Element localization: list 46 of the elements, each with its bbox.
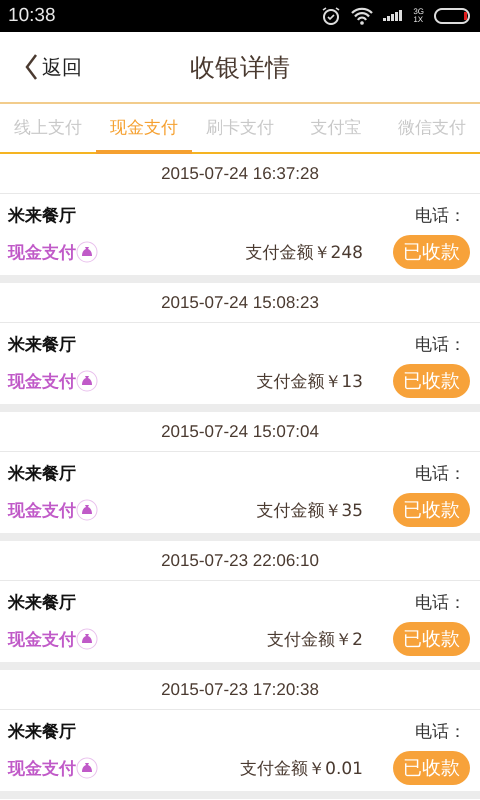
record-time: 2015-07-24 16:37:28 <box>0 154 480 194</box>
sim-label: 1X <box>413 16 424 24</box>
payment-method: 现金支付 <box>8 370 76 392</box>
page-title: 收银详情 <box>190 52 290 84</box>
payment-tab[interactable]: 现金支付 <box>96 104 192 154</box>
phone-label: 电话： <box>415 205 466 227</box>
payment-amount: 支付金额￥13 <box>256 370 363 392</box>
chevron-left-icon <box>24 53 38 81</box>
money-bag-icon <box>76 628 98 650</box>
battery-icon <box>434 8 470 24</box>
payment-amount: 支付金额￥248 <box>246 242 363 264</box>
payment-amount: 支付金额￥35 <box>256 500 363 522</box>
payment-amount: 支付金额￥0.01 <box>240 758 363 780</box>
shop-name: 米来餐厅 <box>8 463 76 485</box>
phone-label: 电话： <box>415 721 466 743</box>
status-time: 10:38 <box>8 5 56 27</box>
shop-name: 米来餐厅 <box>8 592 76 614</box>
paid-status-button[interactable]: 已收款 <box>393 235 470 269</box>
record-time: 2015-07-23 22:06:10 <box>0 541 480 581</box>
money-bag-icon <box>76 757 98 779</box>
paid-status-button[interactable]: 已收款 <box>393 364 470 398</box>
paid-status-button[interactable]: 已收款 <box>393 622 470 656</box>
payment-method: 现金支付 <box>8 628 76 650</box>
paid-status-button[interactable]: 已收款 <box>393 493 470 527</box>
record-time: 2015-07-24 15:07:04 <box>0 412 480 452</box>
payment-amount: 支付金额￥2 <box>267 628 363 650</box>
payment-method: 现金支付 <box>8 242 76 264</box>
money-bag-icon <box>76 241 98 263</box>
signal-icon <box>383 9 404 23</box>
shop-name: 米来餐厅 <box>8 721 76 743</box>
wifi-icon <box>351 7 374 25</box>
back-button[interactable]: 返回 <box>24 53 82 81</box>
shop-name: 米来餐厅 <box>8 334 76 356</box>
phone-label: 电话： <box>415 334 466 356</box>
paid-status-button[interactable]: 已收款 <box>393 751 470 785</box>
alarm-icon <box>321 6 342 26</box>
money-bag-icon <box>76 499 98 521</box>
record-time: 2015-07-24 15:08:23 <box>0 283 480 323</box>
payment-method: 现金支付 <box>8 758 76 780</box>
money-bag-icon <box>76 370 98 392</box>
network-label: 3G <box>413 8 424 16</box>
record-time: 2015-07-23 17:20:38 <box>0 670 480 710</box>
shop-name: 米来餐厅 <box>8 205 76 227</box>
phone-label: 电话： <box>415 463 466 485</box>
phone-label: 电话： <box>415 592 466 614</box>
payment-method: 现金支付 <box>8 500 76 522</box>
